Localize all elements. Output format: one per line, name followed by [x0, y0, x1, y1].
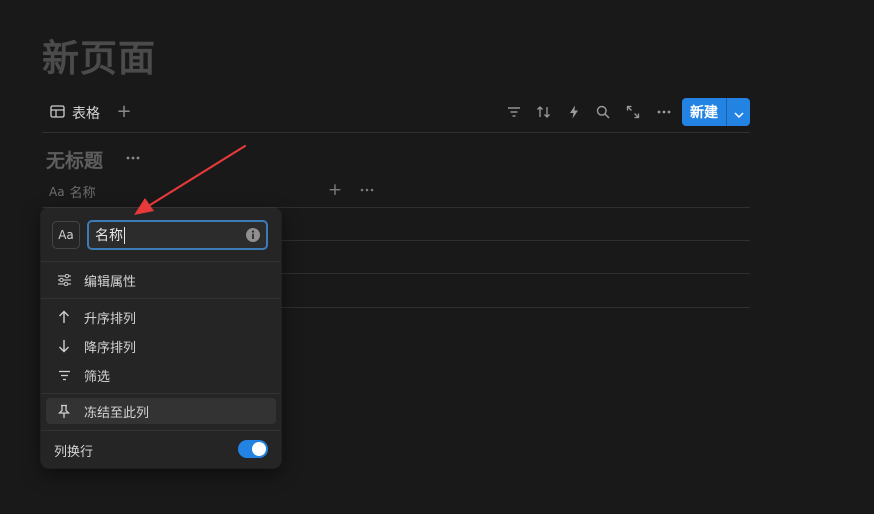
app-page: 新页面 表格 + 新建 无标题 Aa 名称 + Aa 名称 编辑属性 升序排列 …	[0, 0, 874, 514]
filter-icon[interactable]	[503, 101, 525, 123]
sliders-icon	[56, 272, 72, 288]
add-column-button[interactable]: +	[326, 180, 344, 200]
column-property-menu: Aa 名称 编辑属性 升序排列 降序排列 筛选 冻结至此列 列换行	[41, 208, 281, 468]
view-tab-label: 表格	[72, 106, 100, 122]
sort-icon[interactable]	[533, 101, 555, 123]
menu-divider	[41, 430, 281, 431]
expand-icon[interactable]	[622, 101, 644, 123]
menu-item-label: 冻结至此列	[84, 405, 150, 421]
new-options-button[interactable]	[727, 98, 750, 126]
text-caret	[124, 226, 125, 244]
menu-divider	[41, 261, 281, 262]
menu-divider	[41, 393, 281, 394]
search-icon[interactable]	[592, 101, 614, 123]
info-icon[interactable]	[245, 227, 261, 243]
new-button[interactable]: 新建	[682, 98, 726, 126]
arrow-down-icon	[56, 338, 72, 354]
pin-icon	[56, 403, 72, 419]
property-type-button[interactable]: Aa	[52, 221, 80, 249]
menu-item-edit-property[interactable]: 编辑属性	[46, 267, 276, 293]
wrap-column-label: 列换行	[54, 445, 94, 460]
database-more-icon[interactable]	[124, 150, 142, 166]
automation-lightning-icon[interactable]	[563, 101, 585, 123]
menu-item-label: 降序排列	[84, 340, 137, 356]
column-header-name[interactable]: Aa 名称	[49, 182, 96, 202]
menu-item-label: 筛选	[84, 369, 111, 385]
view-tab-table[interactable]: 表格	[50, 102, 100, 124]
add-view-button[interactable]: +	[114, 101, 134, 123]
text-type-icon: Aa	[49, 184, 65, 199]
property-name-input[interactable]: 名称	[87, 220, 268, 250]
arrow-up-icon	[56, 309, 72, 325]
property-name-value: 名称	[95, 228, 123, 244]
toggle-knob	[252, 442, 266, 456]
page-title[interactable]: 新页面	[42, 28, 156, 82]
filter-icon	[56, 367, 72, 383]
menu-item-filter[interactable]: 筛选	[46, 362, 276, 388]
more-icon[interactable]	[653, 101, 675, 123]
column-more-icon[interactable]	[358, 182, 376, 198]
chevron-down-icon	[733, 103, 744, 122]
new-button-group: 新建	[682, 98, 750, 126]
wrap-column-toggle[interactable]	[238, 440, 268, 458]
table-icon	[50, 104, 65, 122]
menu-item-label: 编辑属性	[84, 274, 137, 290]
column-header-label: 名称	[69, 186, 96, 201]
menu-item-sort-ascending[interactable]: 升序排列	[46, 304, 276, 330]
database-title[interactable]: 无标题	[46, 146, 103, 173]
menu-item-freeze-column[interactable]: 冻结至此列	[46, 398, 276, 424]
menu-item-sort-descending[interactable]: 降序排列	[46, 333, 276, 359]
menu-divider	[41, 298, 281, 299]
view-toolbar: 表格 + 新建	[42, 97, 750, 133]
menu-item-label: 升序排列	[84, 311, 137, 327]
